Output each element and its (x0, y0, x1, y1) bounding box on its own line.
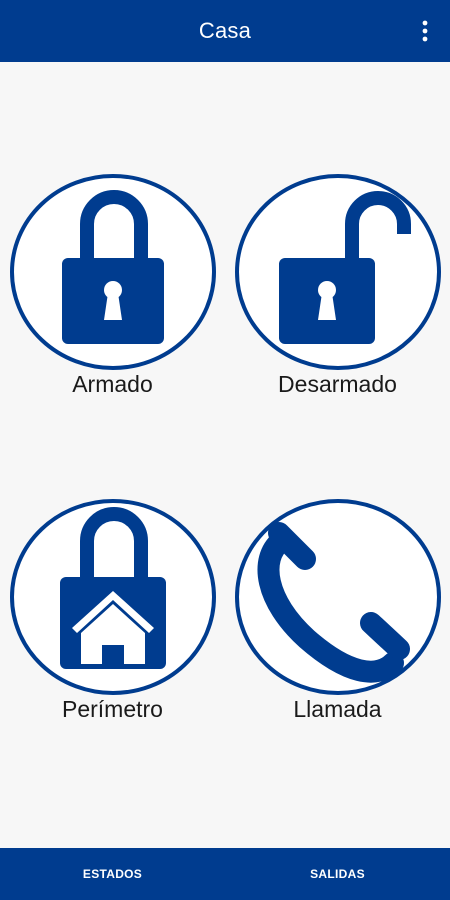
tile-label-perimetro: Perímetro (62, 696, 163, 722)
phone-icon (235, 499, 441, 695)
tile-label-llamada: Llamada (293, 696, 382, 722)
lock-house-icon (10, 499, 216, 695)
page-title: Casa (198, 18, 252, 43)
nav-item-estados[interactable]: ESTADOS (0, 848, 225, 900)
lock-open-icon (235, 174, 441, 370)
nav-item-salidas[interactable]: SALIDAS (225, 848, 450, 900)
tile-llamada[interactable]: Llamada (225, 499, 450, 789)
tile-label-desarmado: Desarmado (278, 371, 397, 397)
bottom-navigation: ESTADOS SALIDAS (0, 848, 450, 900)
tile-desarmado[interactable]: Desarmado (225, 174, 450, 464)
app-bar: Casa (0, 0, 450, 62)
more-options-button[interactable] (414, 17, 436, 45)
main-content: Armado Desarmado Perímetro Llamada (0, 62, 450, 848)
tile-armado[interactable]: Armado (0, 174, 225, 464)
lock-closed-icon (10, 174, 216, 370)
more-vert-icon (422, 20, 428, 42)
tile-perimetro[interactable]: Perímetro (0, 499, 225, 789)
tile-label-armado: Armado (72, 371, 153, 397)
